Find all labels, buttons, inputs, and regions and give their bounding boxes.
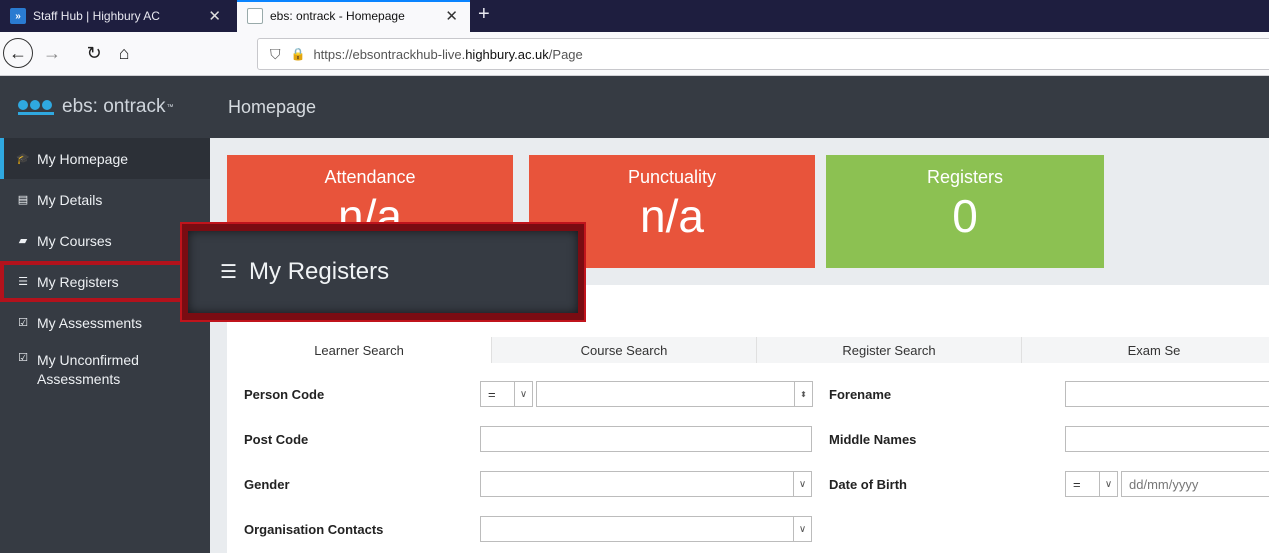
sidebar-item-my-unconfirmed-assessments[interactable]: ☑ My Unconfirmed Assessments xyxy=(0,343,210,401)
tile-value: 0 xyxy=(952,190,978,242)
chevron-down-icon: ∨ xyxy=(514,382,532,406)
main-content: Attendance n/a Punctuality n/a Registers… xyxy=(210,138,1269,553)
tab-exam-search[interactable]: Exam Se xyxy=(1022,337,1269,363)
sidebar-item-label: My Homepage xyxy=(37,150,129,167)
tile-label: Registers xyxy=(926,167,1004,187)
post-code-label: Post Code xyxy=(244,432,309,447)
list-icon: ☰ xyxy=(220,261,238,283)
sidebar-item-my-assessments[interactable]: ☑ My Assessments xyxy=(0,302,210,343)
close-tab-icon[interactable]: ✕ xyxy=(445,7,458,25)
chevron-down-icon: ∨ xyxy=(793,517,811,541)
my-registers-callout: ☰ My Registers xyxy=(180,222,586,322)
browser-tab-staff-hub[interactable]: » Staff Hub | Highbury AC ✕ xyxy=(0,0,233,32)
forward-arrow-icon[interactable]: → xyxy=(38,39,66,67)
tile-label: Punctuality xyxy=(627,167,717,187)
sidebar-item-my-courses[interactable]: ▰ My Courses xyxy=(0,220,210,261)
browser-toolbar: ← → ↻ ⌂ ⛉ 🔒 https://ebsontrackhub-live. h… xyxy=(0,32,1269,76)
number-spinner-icon[interactable]: ⬍ xyxy=(794,382,812,406)
post-code-input[interactable] xyxy=(480,426,812,452)
search-tabs: Learner Search Course Search Register Se… xyxy=(227,337,1269,363)
app-sidebar: ebs: ontrack ™ 🎓 My Homepage ▤ My Details… xyxy=(0,76,210,553)
sidebar-item-my-details[interactable]: ▤ My Details xyxy=(0,179,210,220)
sidebar-item-label: My Unconfirmed Assessments xyxy=(37,352,139,387)
brand-logo[interactable]: ebs: ontrack ™ xyxy=(0,76,210,138)
checklist-icon: ☑ xyxy=(18,352,28,364)
sidebar-item-label: My Details xyxy=(37,191,103,208)
tab-learner-search[interactable]: Learner Search xyxy=(227,337,492,363)
person-code-operator-select[interactable]: = ∨ xyxy=(480,381,533,407)
browser-tab-strip: » Staff Hub | Highbury AC ✕ ebs: ontrack… xyxy=(0,0,1269,32)
organisation-contacts-select[interactable]: ∨ xyxy=(480,516,812,542)
lock-icon[interactable]: 🔒 xyxy=(291,47,306,61)
screenshot-root: » Staff Hub | Highbury AC ✕ ebs: ontrack… xyxy=(0,0,1269,553)
url-host: highbury.ac.uk xyxy=(465,46,549,62)
url-prefix: https://ebsontrackhub-live. xyxy=(313,46,466,62)
brand-name: ebs: ontrack xyxy=(62,96,166,117)
sidebar-item-label: My Courses xyxy=(37,232,112,249)
ebs-dots-icon xyxy=(18,99,54,115)
graduation-cap-icon: 🎓 xyxy=(16,153,30,165)
middle-names-input[interactable] xyxy=(1065,426,1269,452)
chevron-down-icon: ∨ xyxy=(1099,472,1117,496)
search-panel: Learner Search Course Search Register Se… xyxy=(227,285,1269,553)
trademark-mark: ™ xyxy=(166,103,174,111)
callout-panel: ☰ My Registers xyxy=(188,231,578,313)
tile-label: Attendance xyxy=(324,167,416,187)
dob-placeholder: dd/mm/yyyy xyxy=(1129,476,1199,492)
reload-icon[interactable]: ↻ xyxy=(80,39,108,67)
person-code-label: Person Code xyxy=(244,387,325,402)
close-tab-icon[interactable]: ✕ xyxy=(208,7,221,25)
date-of-birth-label: Date of Birth xyxy=(829,477,907,492)
page-header: Homepage xyxy=(210,76,1269,138)
browser-tab-ontrack[interactable]: ebs: ontrack - Homepage ✕ xyxy=(237,0,470,32)
sidebar-item-my-homepage[interactable]: 🎓 My Homepage xyxy=(0,138,210,179)
middle-names-label: Middle Names xyxy=(829,432,917,447)
browser-tab-title: ebs: ontrack - Homepage xyxy=(270,9,405,23)
shield-icon[interactable]: ⛉ xyxy=(270,46,281,63)
sidebar-item-label: My Assessments xyxy=(37,314,143,331)
browser-tab-title: Staff Hub | Highbury AC xyxy=(33,9,160,23)
gender-select[interactable]: ∨ xyxy=(480,471,812,497)
date-of-birth-input[interactable]: dd/mm/yyyy xyxy=(1121,471,1269,497)
address-bar[interactable]: ⛉ 🔒 https://ebsontrackhub-live. highbury.… xyxy=(257,38,1269,70)
sidebar-item-my-registers[interactable]: ☰ My Registers xyxy=(0,261,210,302)
operator-value: = xyxy=(488,386,496,402)
operator-value: = xyxy=(1073,476,1081,492)
list-icon: ☰ xyxy=(18,276,28,288)
tab-register-search[interactable]: Register Search xyxy=(757,337,1022,363)
page-title: Homepage xyxy=(228,96,317,117)
book-icon: ▰ xyxy=(18,235,28,247)
forename-input[interactable] xyxy=(1065,381,1269,407)
checklist-icon: ☑ xyxy=(18,317,28,329)
sidebar-item-label: My Registers xyxy=(37,273,119,290)
dob-operator-select[interactable]: = ∨ xyxy=(1065,471,1118,497)
back-arrow-icon[interactable]: ← xyxy=(3,38,33,68)
home-icon[interactable]: ⌂ xyxy=(110,39,138,67)
registers-tile[interactable]: Registers 0 xyxy=(826,155,1104,268)
organisation-contacts-label: Organisation Contacts xyxy=(244,522,384,537)
chevron-down-icon: ∨ xyxy=(793,472,811,496)
id-card-icon: ▤ xyxy=(17,194,29,206)
gender-label: Gender xyxy=(244,477,290,492)
new-tab-icon[interactable]: + xyxy=(478,3,490,26)
person-code-input[interactable]: ⬍ xyxy=(536,381,813,407)
tab-course-search[interactable]: Course Search xyxy=(492,337,757,363)
callout-label: My Registers xyxy=(249,258,390,285)
forename-label: Forename xyxy=(829,387,892,402)
page-favicon-icon xyxy=(247,8,263,24)
staff-hub-favicon-icon: » xyxy=(10,8,26,24)
url-path: /Page xyxy=(548,46,583,62)
